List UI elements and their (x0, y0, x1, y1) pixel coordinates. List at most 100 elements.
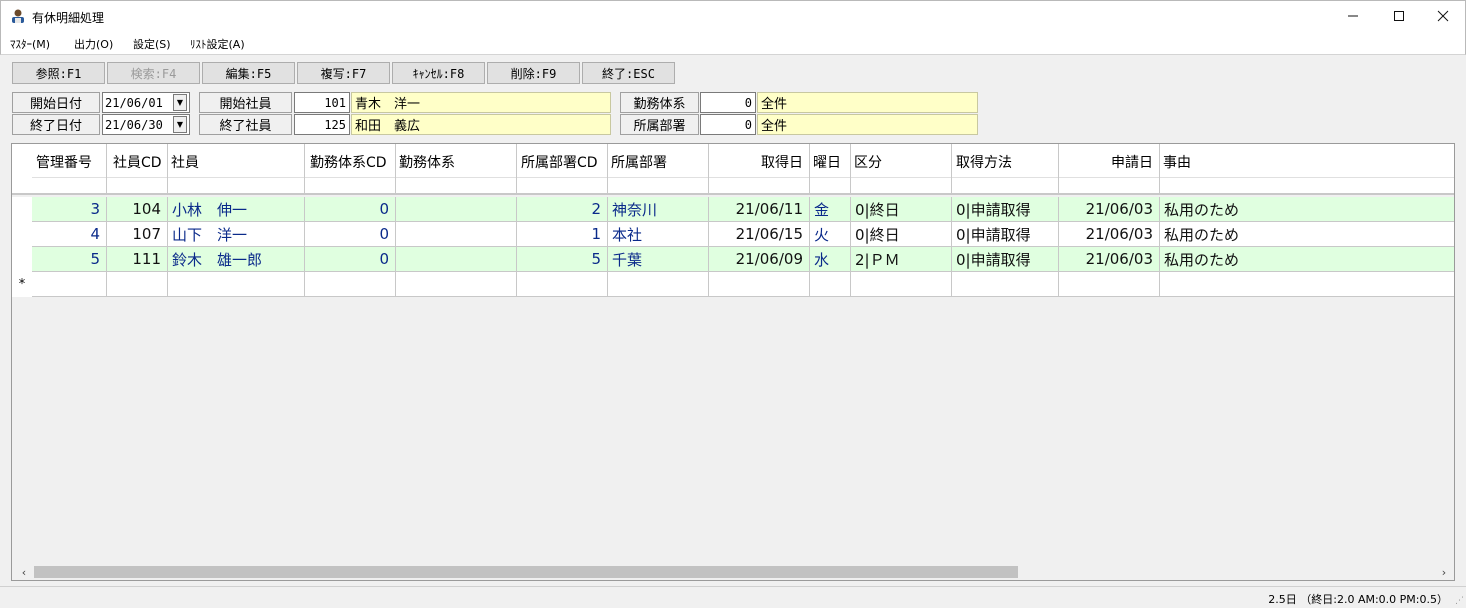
end-date-dropdown[interactable]: ▼ (173, 116, 187, 133)
reference-button[interactable]: 参照:F1 (12, 62, 105, 84)
new-cell[interactable] (1160, 272, 1454, 296)
new-cell[interactable] (107, 272, 168, 296)
scroll-right-button[interactable]: › (1436, 564, 1452, 580)
chevron-right-icon: › (1441, 565, 1447, 579)
col-header-employee-cd[interactable]: 社員CD (107, 144, 168, 195)
new-cell[interactable] (517, 272, 608, 296)
menu-bar: ﾏｽﾀｰ(M) 出力(O) 設定(S) ﾘｽﾄ設定(A) (0, 31, 1466, 55)
cell-weekday: 火 (810, 222, 851, 246)
col-header-application-date[interactable]: 申請日 (1059, 144, 1160, 195)
cell-department: 千葉 (608, 247, 709, 271)
grid-header: 管理番号 社員CD 社員 勤務体系CD 勤務体系 所属部署CD 所属部署 取得日… (32, 144, 1454, 195)
cell-reason: 私用のため (1164, 200, 1240, 219)
cell-department-cd: 1 (517, 222, 608, 246)
new-cell[interactable] (1059, 272, 1160, 296)
edit-button[interactable]: 編集:F5 (202, 62, 295, 84)
leave-summary-status: 2.5日 （終日:2.0 AM:0.0 PM:0.5） (1268, 593, 1448, 606)
start-employee-name: 青木 洋一 (351, 92, 611, 113)
minimize-button[interactable] (1330, 1, 1376, 31)
end-date-label: 終了日付 (12, 114, 100, 135)
new-cell[interactable] (305, 272, 396, 296)
new-cell[interactable] (396, 272, 517, 296)
cell-employee: 山下 洋一 (168, 222, 305, 246)
new-cell[interactable] (168, 272, 305, 296)
col-header-work-system-cd[interactable]: 勤務体系CD (305, 144, 396, 195)
table-row[interactable]: 5 111 鈴木 雄一郎 0 5 千葉 21/06/09 水 2|ＰＭ 0|申請… (32, 247, 1454, 272)
cell-acquired-date: 21/06/15 (709, 222, 810, 246)
col-header-weekday[interactable]: 曜日 (810, 144, 851, 195)
cell-management-no: 5 (32, 247, 107, 271)
search-button[interactable]: 検索:F4 (107, 62, 200, 84)
new-cell[interactable] (952, 272, 1059, 296)
copy-button[interactable]: 複写:F7 (297, 62, 390, 84)
maximize-button[interactable] (1376, 1, 1422, 31)
start-date-dropdown[interactable]: ▼ (173, 94, 187, 111)
cell-application-date: 21/06/03 (1059, 197, 1160, 221)
col-header-employee[interactable]: 社員 (168, 144, 305, 195)
row-indicator[interactable] (12, 247, 32, 272)
new-row[interactable] (32, 272, 1454, 297)
col-header-department[interactable]: 所属部署 (608, 144, 709, 195)
grid-corner (12, 144, 32, 195)
new-cell[interactable] (32, 272, 107, 296)
new-cell[interactable] (608, 272, 709, 296)
maximize-icon (1394, 11, 1404, 21)
close-button[interactable] (1420, 1, 1466, 31)
menu-master[interactable]: ﾏｽﾀｰ(M) (10, 36, 50, 52)
department-name: 全件 (757, 114, 978, 135)
scrollbar-thumb[interactable] (34, 566, 1018, 578)
menu-output[interactable]: 出力(O) (74, 36, 113, 52)
col-header-reason[interactable]: 事由 (1160, 144, 1454, 195)
col-header-work-system[interactable]: 勤務体系 (396, 144, 517, 195)
row-indicator[interactable] (12, 197, 32, 222)
table-row[interactable]: 3 104 小林 伸一 0 2 神奈川 21/06/11 金 0|終日 0|申請… (32, 197, 1454, 222)
new-row-indicator[interactable]: * (12, 272, 32, 297)
cell-work-system (396, 247, 517, 271)
start-employee-code-input[interactable]: 101 (294, 92, 350, 113)
chevron-down-icon: ▼ (176, 98, 184, 107)
work-system-code-input[interactable]: 0 (700, 92, 756, 113)
cell-work-system-cd: 0 (305, 222, 396, 246)
col-header-department-cd[interactable]: 所属部署CD (517, 144, 608, 195)
department-label: 所属部署 (620, 114, 699, 135)
horizontal-scrollbar[interactable]: ‹ › (12, 564, 1454, 580)
cancel-button[interactable]: ｷｬﾝｾﾙ:F8 (392, 62, 485, 84)
resize-grip-icon[interactable]: ⋰ (1455, 596, 1464, 606)
row-indicator[interactable] (12, 222, 32, 247)
cell-reason: 私用のため (1164, 250, 1240, 269)
department-code-input[interactable]: 0 (700, 114, 756, 135)
cell-category: 0|終日 (851, 197, 952, 221)
new-cell[interactable] (851, 272, 952, 296)
end-employee-code-input[interactable]: 125 (294, 114, 350, 135)
delete-button[interactable]: 削除:F9 (487, 62, 580, 84)
cell-weekday: 金 (810, 197, 851, 221)
cell-department-cd: 2 (517, 197, 608, 221)
menu-list-settings[interactable]: ﾘｽﾄ設定(A) (190, 36, 245, 52)
menu-settings[interactable]: 設定(S) (133, 36, 171, 52)
chevron-down-icon: ▼ (176, 120, 184, 129)
scroll-left-button[interactable]: ‹ (16, 564, 32, 580)
cell-application-date: 21/06/03 (1059, 247, 1160, 271)
table-row[interactable]: 4 107 山下 洋一 0 1 本社 21/06/15 火 0|終日 0|申請取… (32, 222, 1454, 247)
col-header-acquired-date[interactable]: 取得日 (709, 144, 810, 195)
col-header-category[interactable]: 区分 (851, 144, 952, 195)
new-cell[interactable] (709, 272, 810, 296)
exit-button[interactable]: 終了:ESC (582, 62, 675, 84)
end-employee-name: 和田 義広 (351, 114, 611, 135)
cell-department: 神奈川 (608, 197, 709, 221)
cell-employee: 小林 伸一 (168, 197, 305, 221)
cell-employee: 鈴木 雄一郎 (168, 247, 305, 271)
col-header-management-no[interactable]: 管理番号 (32, 144, 107, 195)
window-title: 有休明細処理 (32, 11, 105, 25)
leave-detail-grid[interactable]: 管理番号 社員CD 社員 勤務体系CD 勤務体系 所属部署CD 所属部署 取得日… (11, 143, 1455, 581)
cell-department-cd: 5 (517, 247, 608, 271)
start-employee-label: 開始社員 (199, 92, 292, 113)
close-icon (1437, 10, 1449, 22)
new-cell[interactable] (810, 272, 851, 296)
cell-acquisition-method: 0|申請取得 (952, 222, 1059, 246)
cell-employee-cd: 107 (107, 222, 168, 246)
cell-employee-cd: 104 (107, 197, 168, 221)
col-header-acquisition-method[interactable]: 取得方法 (952, 144, 1059, 195)
cell-work-system-cd: 0 (305, 247, 396, 271)
cell-work-system-cd: 0 (305, 197, 396, 221)
